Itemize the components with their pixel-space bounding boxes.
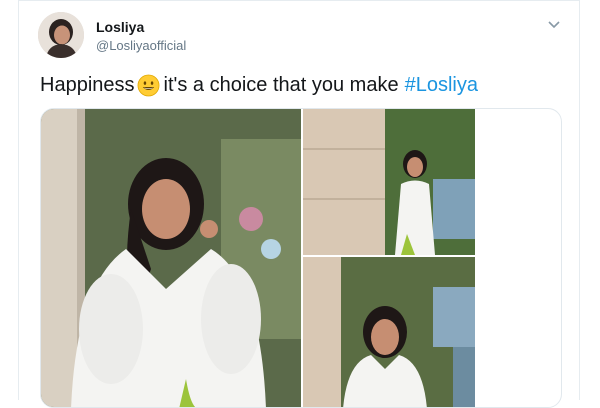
grinning-face-emoji-icon	[137, 74, 159, 97]
hashtag-link[interactable]: #Losliya	[405, 74, 478, 97]
tweet-text-part: it's a choice that you make	[163, 74, 399, 96]
tweet-text: Happiness it's a choice that you make #L…	[40, 74, 478, 97]
avatar[interactable]	[38, 12, 84, 58]
user-name[interactable]: Losliya	[96, 19, 144, 35]
chevron-down-icon[interactable]	[547, 18, 561, 32]
photo-top-right[interactable]	[303, 109, 475, 255]
photo-main[interactable]	[41, 109, 301, 407]
media-grid	[40, 108, 562, 408]
tweet-text-part: Happiness	[40, 74, 135, 96]
user-handle[interactable]: @Losliyaofficial	[96, 38, 186, 53]
photo-bottom-right[interactable]	[303, 257, 475, 407]
